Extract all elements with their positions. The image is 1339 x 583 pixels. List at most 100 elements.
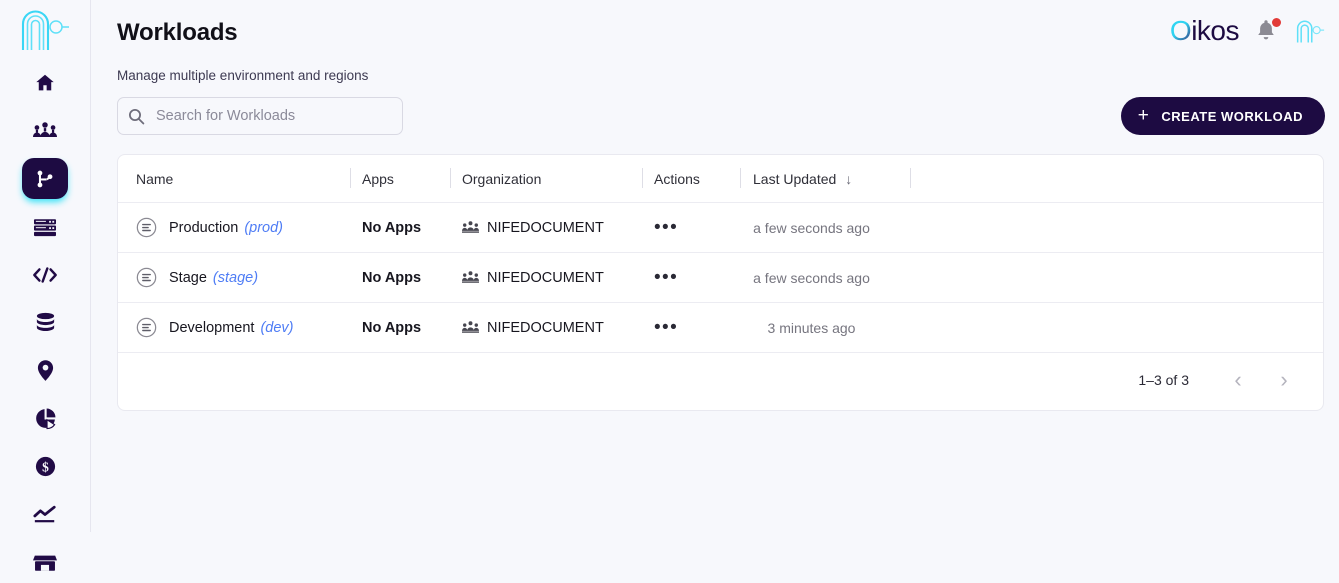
- workload-list-icon: [136, 217, 157, 238]
- people-icon: [33, 121, 57, 137]
- create-workload-button[interactable]: + CREATE WORKLOAD: [1120, 97, 1325, 135]
- circle-lines-icon: [136, 317, 157, 338]
- sidebar-item-billing[interactable]: $: [22, 446, 68, 487]
- cell-last-updated: a few seconds ago: [740, 202, 910, 253]
- cell-organization: NIFEDOCUMENT: [450, 252, 642, 303]
- search-input[interactable]: [154, 98, 379, 134]
- column-header-organization[interactable]: Organization: [450, 155, 642, 203]
- cell-name: Development (dev): [118, 302, 350, 353]
- cell-apps: No Apps: [350, 252, 450, 303]
- code-icon: [33, 266, 57, 283]
- notifications-button[interactable]: [1255, 18, 1281, 44]
- table-row[interactable]: Development (dev) No Apps NIFEDOCUMENT •…: [118, 302, 1323, 353]
- home-icon: [36, 74, 54, 90]
- brand-rest: ikos: [1191, 15, 1239, 46]
- workload-name: Development: [169, 319, 255, 336]
- workload-list-icon: [136, 267, 157, 288]
- column-label-organization: Organization: [462, 171, 542, 187]
- organization-name: NIFEDOCUMENT: [487, 219, 604, 236]
- pagination-next-button[interactable]: ›: [1265, 361, 1303, 399]
- search-box[interactable]: [117, 97, 403, 135]
- table-row[interactable]: Stage (stage) No Apps NIFEDOCUMENT ••• a…: [118, 252, 1323, 303]
- group-people-icon: [462, 221, 479, 233]
- notification-badge-dot: [1272, 18, 1281, 27]
- column-header-last-updated[interactable]: Last Updated ↓: [740, 155, 910, 203]
- brand-wordmark: Oikos: [1169, 15, 1240, 47]
- cell-apps: No Apps: [350, 202, 450, 253]
- column-header-apps[interactable]: Apps: [350, 155, 450, 203]
- server-icon: [34, 218, 56, 236]
- store-icon: [33, 555, 57, 571]
- sidebar-item-servers[interactable]: [22, 206, 68, 247]
- row-actions-button[interactable]: •••: [654, 217, 678, 238]
- cell-last-updated: 3 minutes ago: [740, 302, 910, 353]
- organization-name: NIFEDOCUMENT: [487, 319, 604, 336]
- group-people-icon: [462, 271, 479, 283]
- column-header-name[interactable]: Name: [118, 155, 350, 203]
- location-pin-icon: [37, 360, 53, 381]
- organization-icon: [462, 270, 479, 285]
- cell-end: [910, 202, 1323, 253]
- organization-icon: [462, 320, 479, 335]
- workload-env-tag: (dev): [260, 319, 294, 336]
- cell-name: Production (prod): [118, 202, 350, 253]
- cell-last-updated: a few seconds ago: [740, 252, 910, 303]
- table-pagination: 1–3 of 3 ‹ ›: [118, 350, 1323, 410]
- sidebar-item-analytics[interactable]: [22, 398, 68, 439]
- sort-descending-icon[interactable]: ↓: [845, 171, 852, 187]
- sidebar-item-metrics[interactable]: [22, 494, 68, 535]
- table-header-row: Name Apps Organization Actions Last Upda…: [118, 155, 1323, 203]
- pagination-prev-button[interactable]: ‹: [1219, 361, 1257, 399]
- plus-icon: +: [1137, 104, 1150, 126]
- circle-lines-icon: [136, 267, 157, 288]
- column-header-actions[interactable]: Actions: [642, 155, 740, 203]
- sidebar-item-workloads[interactable]: [22, 158, 68, 199]
- cell-apps: No Apps: [350, 302, 450, 353]
- trending-up-icon: [33, 505, 56, 522]
- column-header-end: [910, 155, 1323, 203]
- table-row[interactable]: Production (prod) No Apps NIFEDOCUMENT •…: [118, 202, 1323, 253]
- workload-list-icon: [136, 317, 157, 338]
- avatar[interactable]: [1295, 14, 1325, 48]
- sidebar-item-regions[interactable]: [22, 350, 68, 391]
- page-subtitle: Manage multiple environment and regions: [117, 68, 369, 83]
- cell-actions: •••: [642, 202, 740, 253]
- sidebar-item-teams[interactable]: [22, 110, 68, 151]
- oikos-logo[interactable]: [14, 6, 76, 52]
- row-actions-button[interactable]: •••: [654, 317, 678, 338]
- cell-organization: NIFEDOCUMENT: [450, 302, 642, 353]
- organization-name: NIFEDOCUMENT: [487, 269, 604, 286]
- pagination-range: 1–3 of 3: [1138, 372, 1189, 388]
- oikos-logo-mark: [21, 10, 69, 50]
- sidebar: $: [0, 0, 91, 571]
- page-title: Workloads: [117, 19, 238, 46]
- column-label-name: Name: [136, 171, 174, 187]
- cell-end: [910, 252, 1323, 303]
- sidebar-nav: $: [0, 62, 90, 583]
- search-icon: [128, 108, 145, 124]
- cell-actions: •••: [642, 252, 740, 303]
- sidebar-item-databases[interactable]: [22, 302, 68, 343]
- column-label-apps: Apps: [362, 171, 394, 187]
- table-body: Production (prod) No Apps NIFEDOCUMENT •…: [118, 202, 1323, 353]
- header-right-cluster: Oikos: [1170, 14, 1325, 48]
- cell-organization: NIFEDOCUMENT: [450, 202, 642, 253]
- table-head: Name Apps Organization Actions Last Upda…: [118, 155, 1323, 203]
- circle-lines-icon: [136, 217, 157, 238]
- group-people-icon: [462, 321, 479, 333]
- workloads-table: Name Apps Organization Actions Last Upda…: [118, 155, 1323, 353]
- svg-text:$: $: [42, 460, 49, 475]
- sidebar-item-code[interactable]: [22, 254, 68, 295]
- cell-end: [910, 302, 1323, 353]
- sidebar-item-home[interactable]: [22, 62, 68, 103]
- brand-o-glyph: O: [1169, 15, 1192, 46]
- dollar-icon: $: [35, 456, 55, 477]
- row-actions-button[interactable]: •••: [654, 267, 678, 288]
- oikos-avatar-icon: [1296, 20, 1325, 43]
- create-workload-label: CREATE WORKLOAD: [1161, 108, 1303, 124]
- column-label-last-updated: Last Updated: [753, 171, 837, 187]
- workload-env-tag: (stage): [212, 269, 259, 286]
- column-label-actions: Actions: [654, 171, 700, 187]
- workload-name: Stage: [169, 269, 207, 286]
- sidebar-item-marketplace[interactable]: [22, 542, 68, 583]
